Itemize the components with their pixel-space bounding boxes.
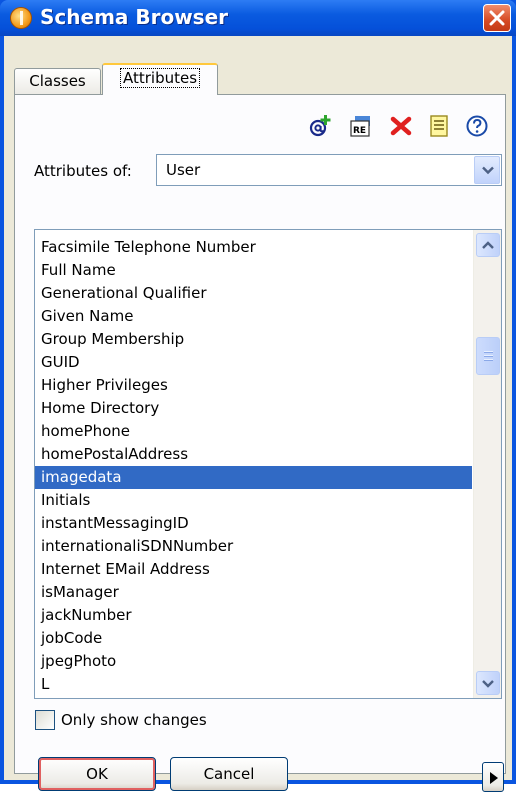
list-item[interactable]: jpegPhoto <box>35 650 472 673</box>
expand-button[interactable] <box>482 762 504 792</box>
list-item[interactable]: instantMessagingID <box>35 512 472 535</box>
add-attribute-icon[interactable] <box>308 114 332 138</box>
list-item[interactable]: Home Directory <box>35 397 472 420</box>
list-item[interactable]: L <box>35 673 472 696</box>
attributes-of-label: Attributes of: <box>34 162 132 180</box>
delete-icon[interactable] <box>389 114 413 138</box>
close-button[interactable] <box>483 4 511 32</box>
attribute-list-items: Facsimile Telephone Number Full Name Gen… <box>35 236 472 696</box>
window-title: Schema Browser <box>40 5 229 29</box>
list-item[interactable]: jackNumber <box>35 604 472 627</box>
rename-attribute-icon[interactable]: RE <box>349 114 373 138</box>
scroll-up-button[interactable] <box>476 233 500 257</box>
triangle-right-icon <box>490 772 498 784</box>
tab-attributes-label: Attributes <box>119 68 201 88</box>
tab-attributes[interactable]: Attributes <box>102 63 218 95</box>
vertical-scrollbar[interactable] <box>473 230 501 698</box>
cancel-button[interactable]: Cancel <box>170 757 288 791</box>
list-item[interactable]: Generational Qualifier <box>35 282 472 305</box>
list-item[interactable]: jobCode <box>35 627 472 650</box>
attributes-of-value: User <box>166 161 201 179</box>
list-item[interactable]: Group Membership <box>35 328 472 351</box>
tab-classes[interactable]: Classes <box>14 68 101 94</box>
list-item[interactable]: Higher Privileges <box>35 374 472 397</box>
re-icon-text: RE <box>353 126 366 136</box>
attribute-list[interactable]: Facsimile Telephone Number Full Name Gen… <box>34 229 502 699</box>
chevron-down-icon <box>482 166 494 175</box>
list-item[interactable]: Initials <box>35 489 472 512</box>
title-bar[interactable]: Schema Browser <box>0 0 516 36</box>
scroll-thumb[interactable] <box>476 337 500 375</box>
dialog-client: Classes Attributes RE Attributes of: Use… <box>4 36 512 792</box>
only-show-changes-checkbox[interactable] <box>35 710 55 730</box>
list-item[interactable]: Facsimile Telephone Number <box>35 236 472 259</box>
properties-icon[interactable] <box>427 114 451 138</box>
list-item[interactable]: Given Name <box>35 305 472 328</box>
list-item-selected[interactable]: imagedata <box>35 466 472 489</box>
app-icon <box>10 7 32 29</box>
list-item[interactable]: homePostalAddress <box>35 443 472 466</box>
chevron-up-icon <box>482 241 494 249</box>
tab-classes-label: Classes <box>29 72 86 90</box>
chevron-down-icon <box>482 680 494 688</box>
dropdown-button[interactable] <box>474 156 500 184</box>
list-item[interactable]: Full Name <box>35 259 472 282</box>
help-icon[interactable] <box>465 114 489 138</box>
schema-browser-window: Schema Browser Classes Attributes RE Att… <box>0 0 516 792</box>
close-icon <box>489 10 505 26</box>
ok-button[interactable]: OK <box>38 757 156 791</box>
scroll-down-button[interactable] <box>476 671 500 695</box>
list-item[interactable]: isManager <box>35 581 472 604</box>
list-item[interactable]: homePhone <box>35 420 472 443</box>
list-item[interactable]: Internet EMail Address <box>35 558 472 581</box>
list-item[interactable]: GUID <box>35 351 472 374</box>
attributes-of-select[interactable]: User <box>156 154 502 186</box>
list-item[interactable]: internationaliSDNNumber <box>35 535 472 558</box>
only-show-changes-label[interactable]: Only show changes <box>61 708 207 732</box>
